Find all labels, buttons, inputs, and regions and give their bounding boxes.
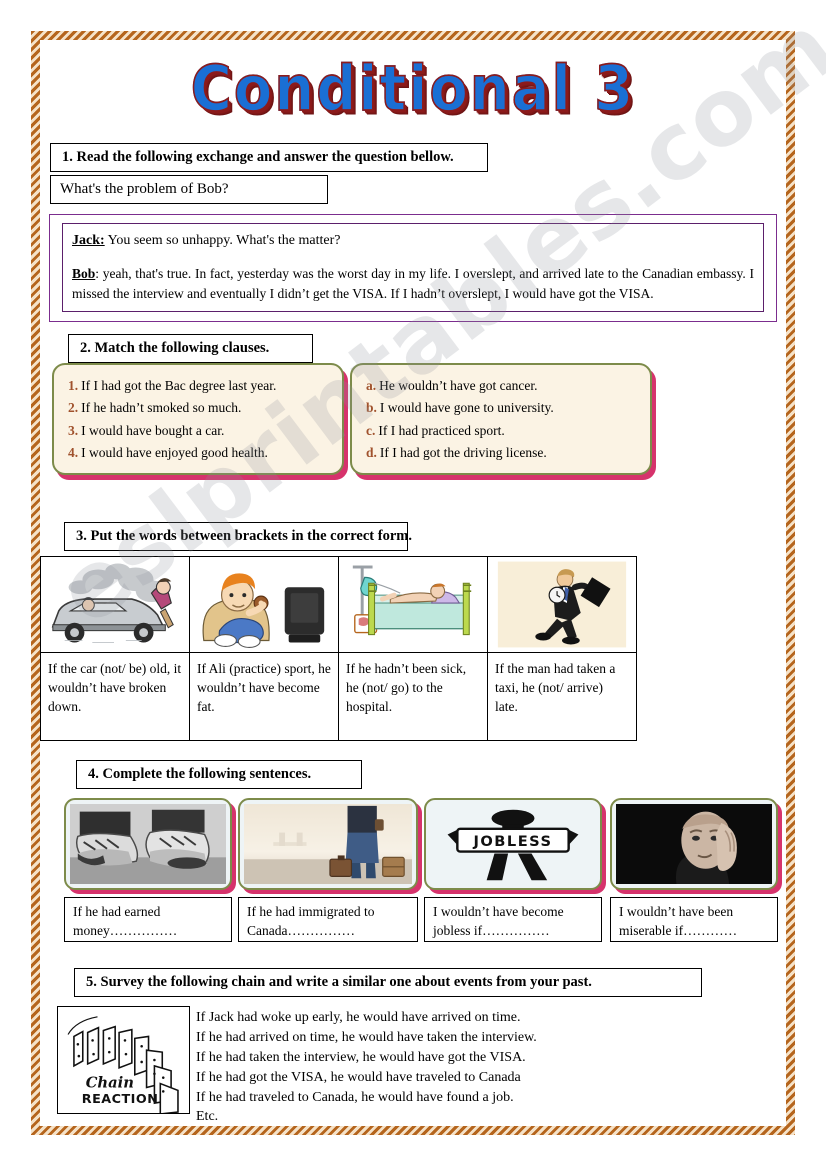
section-4-text[interactable]: I wouldn’t have been miserable if………… [610, 897, 778, 942]
item-text: I would have bought a car. [81, 422, 225, 438]
section-4-heading: 4. Complete the following sentences. [76, 760, 362, 789]
table-row [40, 556, 637, 653]
list-item[interactable]: a. He wouldn’t have got cancer. [366, 374, 638, 397]
list-item[interactable]: c. If I had practiced sport. [366, 419, 638, 442]
match-right-list: a. He wouldn’t have got cancer. b. I would… [366, 374, 638, 464]
chain-line: If Jack had woke up early, he would have… [196, 1010, 521, 1025]
table-cell-text[interactable]: If Ali (practice) sport, he wouldn’t hav… [189, 652, 339, 741]
page-title: Conditional 3 [0, 52, 826, 126]
section-1-question-text: What's the problem of Bob? [60, 181, 229, 197]
table-cell-text[interactable]: If the car (not/ be) old, it wouldn’t ha… [40, 652, 190, 741]
list-item[interactable]: 1. If I had got the Bac degree last year. [68, 374, 330, 397]
chain-line: Etc. [196, 1109, 219, 1125]
item-marker: b. [366, 400, 377, 415]
dialogue-bob-text: : yeah, that's true. In fact, yesterday … [72, 266, 754, 301]
table-cell-image [189, 556, 339, 653]
traveller-suitcases-icon [244, 804, 412, 884]
broken-car-icon [41, 557, 189, 652]
section-2-heading: 2. Match the following clauses. [68, 334, 313, 363]
chain-line: If he had traveled to Canada, he would h… [196, 1089, 514, 1105]
item-marker: 1. [68, 377, 79, 393]
item-text: I would have gone to university. [379, 400, 554, 415]
item-text: If I had practiced sport. [378, 422, 505, 438]
table-cell-image [487, 556, 637, 653]
item-text: I would have enjoyed good health. [81, 445, 268, 460]
item-marker: 2. [68, 400, 79, 415]
item-marker: c. [366, 422, 376, 438]
table-cell-image [338, 556, 488, 653]
list-item[interactable]: 3. I would have bought a car. [68, 419, 330, 442]
chain-line: If he had taken the interview, he would … [196, 1049, 526, 1065]
item-marker: d. [366, 445, 377, 460]
domino-chain-icon: Chain REACTION [58, 1007, 189, 1113]
table-cell-text[interactable]: If the man had taken a taxi, he (not/ ar… [487, 652, 637, 741]
section-4-text[interactable]: If he had immigrated to Canada…………… [238, 897, 418, 942]
section-5-heading: 5. Survey the following chain and write … [74, 968, 702, 997]
section-3-heading: 3. Put the words between brackets in the… [64, 522, 412, 551]
traveller-suitcases-photo-card [238, 798, 418, 890]
sad-man-photo-card [610, 798, 778, 890]
speaker-jack-label: Jack: [72, 233, 105, 248]
dialogue-line-bob: Bob: yeah, that's true. In fact, yesterd… [72, 264, 754, 303]
overweight-boy-tv-icon [190, 557, 338, 652]
match-column-right: a. He wouldn’t have got cancer. b. I would… [350, 363, 652, 475]
page-title-text: Conditional 3 [190, 52, 636, 126]
item-text: If he hadn’t smoked so much. [81, 400, 242, 415]
item-marker: a. [366, 377, 377, 393]
item-text: He wouldn’t have got cancer. [379, 377, 538, 393]
speaker-bob-label: Bob [72, 266, 96, 282]
item-text: If I had got the Bac degree last year. [81, 377, 277, 393]
match-column-left: 1. If I had got the Bac degree last year.… [52, 363, 344, 475]
jobless-sign-icon: JOBLESS [430, 804, 596, 884]
chain-line: If he had got the VISA, he would have tr… [196, 1069, 521, 1085]
svg-text:JOBLESS: JOBLESS [472, 834, 552, 850]
table-row: If the car (not/ be) old, it wouldn’t ha… [40, 652, 637, 741]
list-item[interactable]: d. If I had got the driving license. [366, 442, 638, 465]
table-cell-text[interactable]: If he hadn’t been sick, he (not/ go) to … [338, 652, 488, 741]
dialogue-jack-text: You seem so unhappy. What's the matter? [104, 233, 341, 248]
chain-reaction-image: Chain REACTION [57, 1006, 190, 1114]
table-cell-image [40, 556, 190, 653]
match-left-list: 1. If I had got the Bac degree last year.… [68, 374, 330, 464]
dialogue-inner: Jack: You seem so unhappy. What's the ma… [62, 223, 764, 313]
dialogue-line-jack: Jack: You seem so unhappy. What's the ma… [72, 231, 754, 251]
chain-caption-block: REACTION [82, 1092, 159, 1107]
item-marker: 4. [68, 445, 79, 460]
chain-sentences: If Jack had woke up early, he would have… [196, 1008, 716, 1127]
jobless-sign-figure-card: JOBLESS [424, 798, 602, 890]
item-text: If I had got the driving license. [379, 445, 547, 460]
chain-line: If he had arrived on time, he would have… [196, 1029, 537, 1045]
section-4-text[interactable]: I wouldn’t have become jobless if…………… [424, 897, 602, 942]
sad-man-icon [616, 804, 772, 884]
section-1-question-box: What's the problem of Bob? [50, 175, 328, 204]
list-item[interactable]: 2. If he hadn’t smoked so much. [68, 397, 330, 420]
chain-caption-script: Chain [86, 1074, 134, 1091]
list-item[interactable]: b. I would have gone to university. [366, 397, 638, 420]
hospital-bed-patient-icon [339, 557, 487, 652]
worn-shoes-icon [70, 804, 226, 884]
item-marker: 3. [68, 422, 79, 438]
section-1-heading: 1. Read the following exchange and answe… [50, 143, 488, 172]
dialogue-box: Jack: You seem so unhappy. What's the ma… [49, 214, 777, 323]
list-item[interactable]: 4. I would have enjoyed good health. [68, 442, 330, 465]
section-3-table: If the car (not/ be) old, it wouldn’t ha… [40, 556, 637, 741]
running-businessman-icon [488, 557, 636, 652]
section-4-text[interactable]: If he had earned money…………… [64, 897, 232, 942]
worksheet-page: eslprintables.com Conditional 3 1. Read … [0, 0, 826, 1169]
worn-shoes-photo-card [64, 798, 232, 890]
